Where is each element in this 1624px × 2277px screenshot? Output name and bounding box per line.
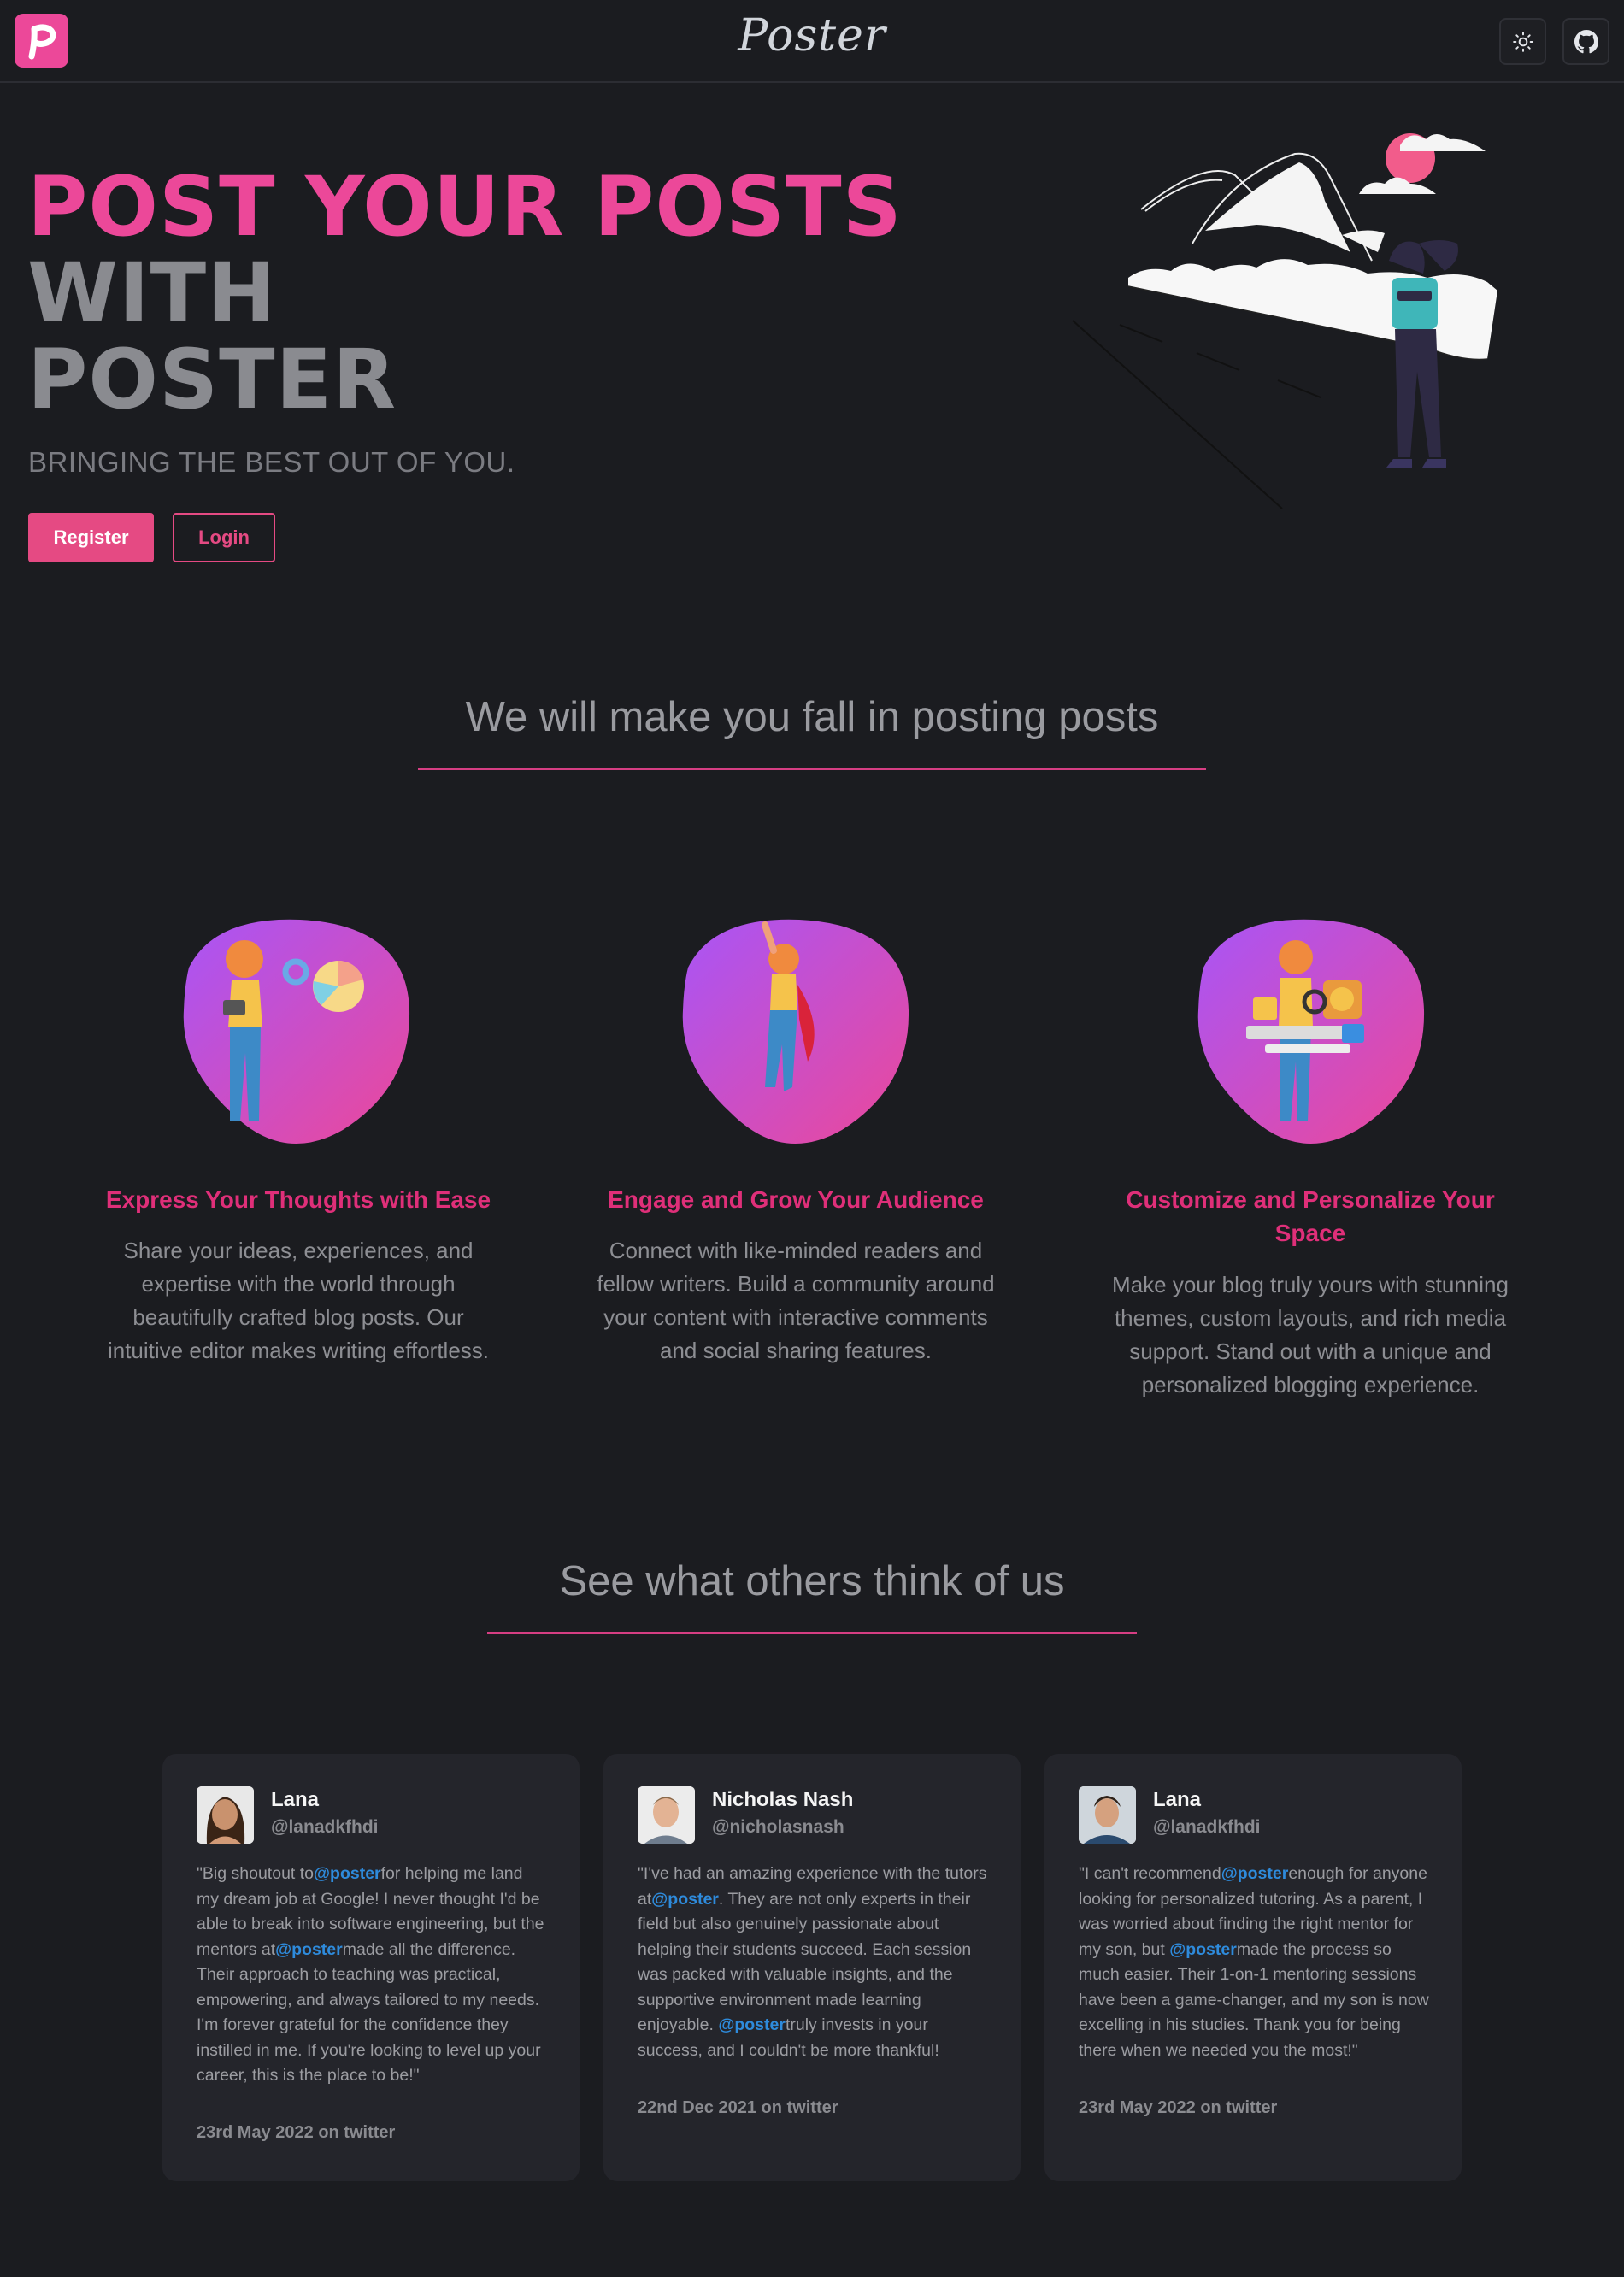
feature-title: Engage and Grow Your Audience	[608, 1186, 984, 1213]
testimonial-card: Lana @lanadkfhdi "I can't recommend@post…	[1044, 1754, 1462, 2181]
hero-title-line2: WITH	[27, 245, 277, 341]
mention-link[interactable]: @poster	[314, 1864, 381, 1883]
feature-description: Connect with like-minded readers and fel…	[597, 1238, 995, 1363]
reviewer-name: Nicholas Nash	[712, 1788, 854, 1811]
testimonial-card: Lana @lanadkfhdi "Big shoutout to@poster…	[162, 1754, 580, 2181]
engage-illustration	[682, 919, 909, 1144]
features-heading: We will make you fall in posting posts	[465, 694, 1159, 740]
testimonials-heading-underline	[487, 1632, 1137, 1634]
hero-title-line3: POSTER	[27, 332, 397, 427]
reviewer-handle: @lanadkfhdi	[271, 1817, 379, 1837]
mention-link[interactable]: @poster	[1221, 1864, 1289, 1883]
register-button[interactable]: Register	[28, 513, 154, 562]
theme-toggle-button[interactable]	[1499, 18, 1546, 65]
reviewer-name: Lana	[271, 1788, 320, 1811]
feature-card: Express Your Thoughts with Ease Share yo…	[93, 915, 503, 1376]
github-icon	[1574, 29, 1598, 53]
feature-description: Make your blog truly yours with stunning…	[1112, 1272, 1509, 1397]
testimonial-card: Nicholas Nash @nicholasnash "I've had an…	[603, 1754, 1021, 2181]
testimonials-heading: See what others think of us	[559, 1558, 1065, 1604]
sun-icon	[1512, 31, 1533, 52]
testimonial-quote: "Big shoutout to@posterfor helping me la…	[197, 1864, 544, 2085]
hero-title: POST YOUR POSTS WITH POSTER	[27, 164, 903, 423]
reviewer-name: Lana	[1153, 1788, 1202, 1811]
reviewer-handle: @lanadkfhdi	[1153, 1817, 1261, 1837]
top-navbar: Poster	[0, 0, 1624, 83]
mention-link[interactable]: @poster	[651, 1890, 719, 1909]
login-button[interactable]: Login	[173, 513, 275, 562]
customize-illustration	[1197, 919, 1425, 1144]
avatar	[1079, 1786, 1136, 1844]
feature-description: Share your ideas, experiences, and exper…	[107, 1238, 490, 1363]
avatar	[197, 1786, 254, 1844]
testimonial-date: 22nd Dec 2021 on twitter	[638, 2098, 838, 2117]
feature-card: Engage and Grow Your Audience Connect wi…	[591, 915, 1001, 1376]
hero-title-line1: POST YOUR POSTS	[27, 159, 903, 255]
feature-card: Customize and Personalize Your Space Mak…	[1105, 915, 1515, 1410]
mention-link[interactable]: @poster	[275, 1940, 343, 1959]
hiker-illustration	[1072, 133, 1497, 509]
testimonial-date: 23rd May 2022 on twitter	[197, 2123, 396, 2142]
avatar	[638, 1786, 695, 1844]
express-illustration	[183, 919, 410, 1144]
brand-title: Poster	[738, 10, 886, 62]
reviewer-handle: @nicholasnash	[712, 1817, 844, 1837]
github-link[interactable]	[1562, 18, 1609, 65]
feature-title: Customize and Personalize Your Space	[1126, 1186, 1495, 1246]
feature-title: Express Your Thoughts with Ease	[105, 1186, 491, 1213]
mention-link[interactable]: @poster	[718, 2015, 786, 2034]
testimonial-date: 23rd May 2022 on twitter	[1079, 2098, 1278, 2117]
testimonial-quote: "I've had an amazing experience with the…	[638, 1864, 987, 2060]
hero-subtitle: BRINGING THE BEST OUT OF YOU.	[28, 446, 515, 478]
testimonial-quote: "I can't recommend@posterenough for anyo…	[1079, 1864, 1429, 2060]
features-heading-underline	[418, 768, 1206, 770]
mention-link[interactable]: @poster	[1169, 1940, 1237, 1959]
